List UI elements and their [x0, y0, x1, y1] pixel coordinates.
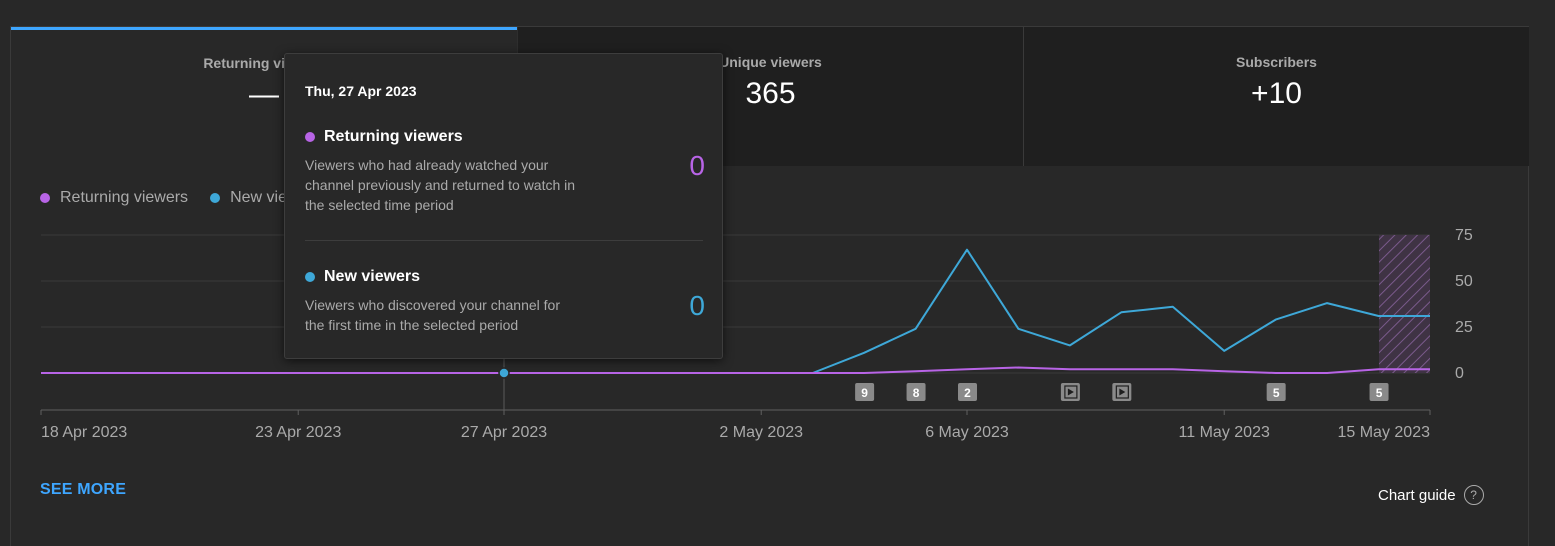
hover-point [498, 367, 510, 379]
event-marker[interactable] [1112, 383, 1132, 401]
chart-guide-label: Chart guide [1378, 486, 1456, 504]
tooltip-divider [305, 240, 703, 241]
x-tick-label: 11 May 2023 [1179, 424, 1270, 441]
event-marker-label: 9 [861, 386, 868, 400]
event-marker[interactable]: 2 [958, 383, 977, 401]
tooltip-item-title-row: Returning viewers [305, 128, 705, 146]
x-tick-label: 6 May 2023 [925, 424, 1009, 441]
x-tick-label: 18 Apr 2023 [41, 424, 127, 441]
x-tick-label: 15 May 2023 [1337, 424, 1430, 441]
x-tick-label: 27 Apr 2023 [461, 424, 547, 441]
event-marker[interactable]: 8 [906, 383, 926, 401]
event-marker-label: 5 [1376, 386, 1383, 400]
chart-guide-button[interactable]: Chart guide ? [1378, 485, 1484, 505]
tooltip-item-value: 0 [689, 290, 705, 321]
y-tick-label: 25 [1455, 319, 1473, 336]
tooltip-item-desc: Viewers who had already watched your cha… [305, 157, 576, 213]
event-marker[interactable] [1060, 383, 1080, 401]
x-tick-label: 2 May 2023 [719, 424, 803, 441]
tooltip-item-desc: Viewers who discovered your channel for … [305, 297, 560, 333]
tooltip-item-title-row: New viewers [305, 268, 705, 286]
partial-period-band [1379, 235, 1430, 373]
tooltip-date: Thu, 27 Apr 2023 [305, 83, 417, 99]
y-tick-label: 50 [1455, 273, 1473, 290]
y-tick-label: 75 [1455, 227, 1473, 244]
event-marker[interactable]: 5 [1369, 383, 1389, 401]
event-marker-label: 8 [913, 386, 920, 400]
series-dot-icon [305, 132, 315, 142]
help-icon: ? [1463, 485, 1484, 505]
event-marker[interactable]: 9 [855, 383, 875, 401]
tooltip-item-title: Returning viewers [324, 128, 463, 145]
event-marker-label: 2 [964, 386, 971, 400]
returning-viewers-line[interactable] [41, 366, 1430, 374]
tooltip-item-new: New viewers Viewers who discovered your … [305, 268, 705, 335]
event-marker-label: 5 [1273, 386, 1280, 400]
new-viewers-line[interactable] [41, 248, 1430, 374]
series-dot-icon [305, 272, 315, 282]
y-tick-label: 0 [1455, 365, 1464, 382]
x-tick-label: 23 Apr 2023 [255, 424, 341, 441]
tooltip-item-title: New viewers [324, 268, 421, 285]
tooltip-item-returning: Returning viewers Viewers who had alread… [305, 128, 705, 215]
tooltip-item-value: 0 [689, 150, 705, 181]
chart-tooltip: Thu, 27 Apr 2023 Returning viewers Viewe… [284, 53, 723, 359]
event-marker[interactable]: 5 [1266, 383, 1286, 401]
see-more-link[interactable]: SEE MORE [40, 481, 126, 499]
viewers-line-chart[interactable]: 98255 025507518 Apr 2023 23 Apr 2023 27 Ap… [0, 0, 1555, 527]
